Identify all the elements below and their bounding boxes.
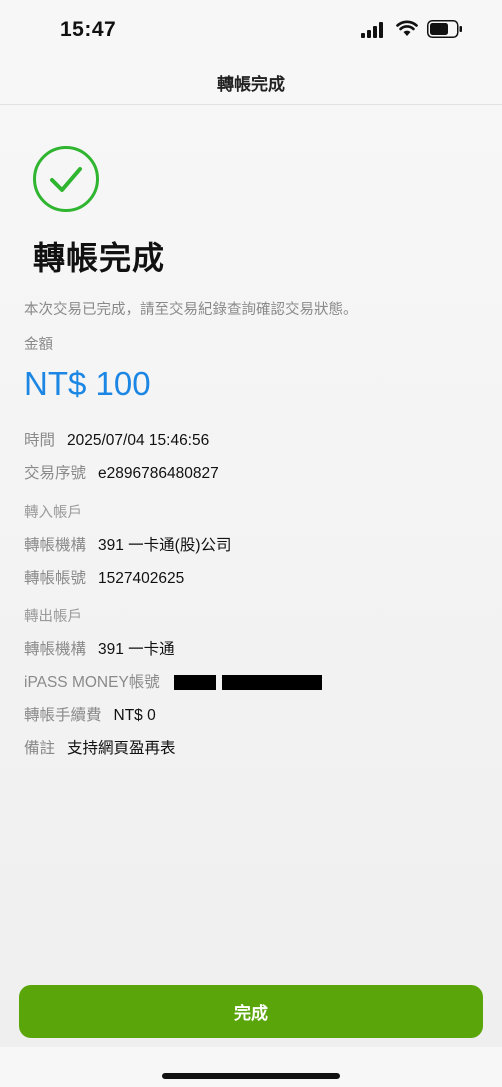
time-label: 時間	[24, 432, 56, 449]
battery-icon	[427, 20, 462, 38]
in-bank-value: 391 一卡通(股)公司	[98, 537, 232, 554]
out-bank-row: 轉帳機構 391 一卡通	[24, 637, 175, 659]
txn-row: 交易序號 e2896786480827	[24, 461, 219, 483]
redacted-block	[174, 675, 217, 691]
time-row: 時間 2025/07/04 15:46:56	[24, 428, 209, 450]
fee-row: 轉帳手續費 NT$ 0	[24, 703, 156, 725]
result-content: 轉帳完成 本次交易已完成，請至交易紀錄查詢確認交易狀態。 金額 NT$ 100 …	[0, 105, 502, 1047]
out-account-section: 轉出帳戶	[24, 609, 82, 625]
status-time: 15:47	[60, 18, 117, 41]
nav-bar: 轉帳完成	[0, 58, 502, 105]
amount-value: NT$ 100	[24, 365, 151, 402]
note-value: 支持網頁盈再表	[67, 740, 176, 757]
fee-value: NT$ 0	[113, 707, 156, 724]
status-bar: 15:47	[0, 0, 502, 58]
result-title: 轉帳完成	[33, 240, 166, 276]
wifi-icon	[396, 20, 418, 36]
in-account-label: 轉帳帳號	[24, 570, 87, 587]
check-circle-icon	[33, 146, 99, 212]
in-account-section: 轉入帳戶	[24, 505, 82, 521]
time-value: 2025/07/04 15:46:56	[67, 432, 210, 449]
bottom-bar	[0, 1047, 502, 1087]
ipass-account-label: iPASS MONEY帳號	[24, 674, 160, 691]
amount-label: 金額	[24, 337, 53, 353]
cellular-signal-icon	[361, 22, 383, 38]
out-bank-value: 391 一卡通	[98, 641, 175, 658]
in-bank-label: 轉帳機構	[24, 537, 87, 554]
out-bank-label: 轉帳機構	[24, 641, 87, 658]
in-account-value: 1527402625	[98, 570, 185, 587]
note-row: 備註 支持網頁盈再表	[24, 736, 176, 758]
in-account-row: 轉帳帳號 1527402625	[24, 566, 184, 588]
note-label: 備註	[24, 740, 56, 757]
txn-label: 交易序號	[24, 465, 87, 482]
txn-value: e2896786480827	[98, 465, 219, 482]
ipass-account-row: iPASS MONEY帳號	[24, 670, 323, 692]
result-description: 本次交易已完成，請至交易紀錄查詢確認交易狀態。	[24, 302, 358, 318]
fee-label: 轉帳手續費	[24, 707, 102, 724]
in-bank-row: 轉帳機構 391 一卡通(股)公司	[24, 533, 232, 555]
redacted-block	[222, 675, 323, 691]
page-title: 轉帳完成	[217, 75, 285, 94]
home-indicator[interactable]	[162, 1073, 340, 1079]
done-button[interactable]: 完成	[19, 985, 483, 1038]
